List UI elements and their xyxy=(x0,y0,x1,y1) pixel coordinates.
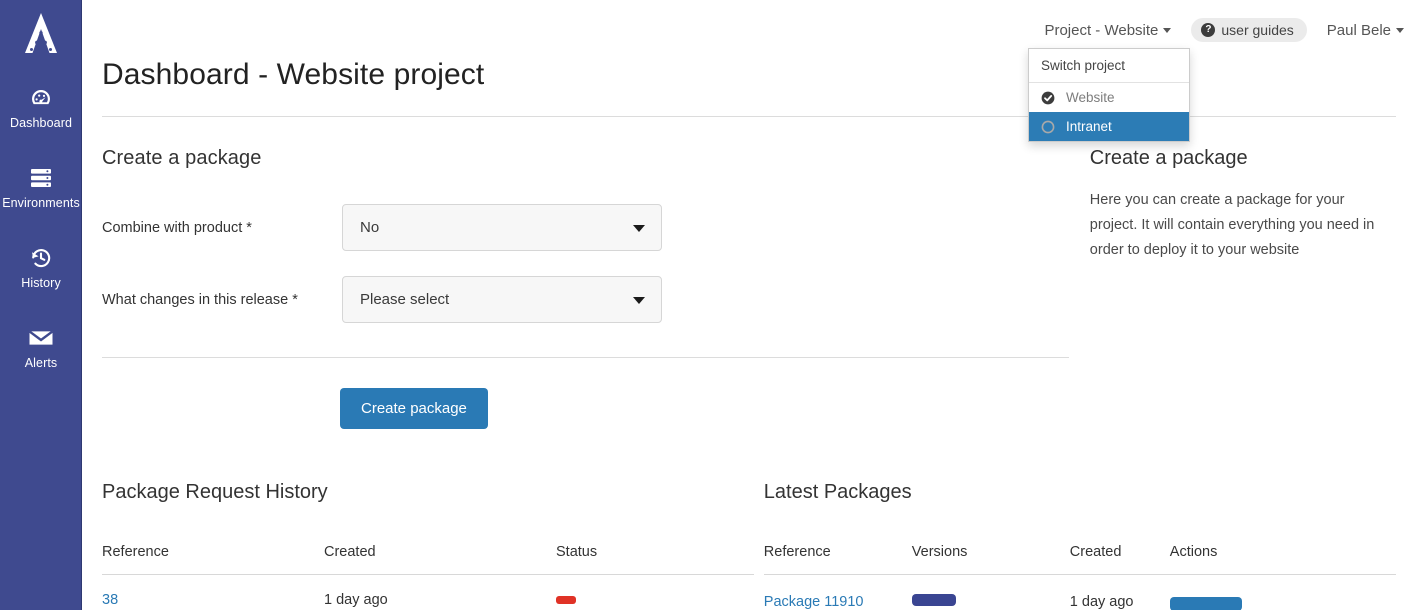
sidebar-item-history[interactable]: History xyxy=(0,236,82,298)
dropdown-header: Switch project xyxy=(1029,49,1189,83)
envelope-icon xyxy=(0,325,82,351)
table-row: 38 1 day ago xyxy=(102,575,754,609)
tables-row: Package Request History Reference Create… xyxy=(102,429,1396,610)
cell-reference: 38 xyxy=(102,575,324,608)
user-guides-button[interactable]: ? user guides xyxy=(1191,18,1307,42)
project-switcher-label: Project - Website xyxy=(1044,21,1159,39)
required-marker: * xyxy=(292,291,298,308)
chevron-down-icon xyxy=(1163,28,1172,34)
cell-created: 1 day ago xyxy=(324,592,388,608)
sidebar-item-label: Environments xyxy=(2,196,80,210)
latest-packages-table: Reference Versions Created Actions Packa… xyxy=(763,544,1396,610)
sidebar-item-alerts[interactable]: Alerts xyxy=(0,316,82,378)
table-header-row: Reference Created Status xyxy=(102,544,754,575)
cell-actions xyxy=(1169,575,1396,610)
package-request-history-table: Reference Created Status 38 1 day ago xyxy=(102,544,754,608)
table-header-row: Reference Versions Created Actions xyxy=(763,544,1396,575)
form-divider xyxy=(102,357,1069,358)
sidebar-item-label: Alerts xyxy=(24,356,58,370)
cell-reference: Package 11910 xyxy=(764,575,912,610)
create-package-title: Create a package xyxy=(102,147,262,169)
column-header-created: Created xyxy=(324,544,556,575)
radio-circle-icon xyxy=(1041,120,1055,134)
field-label-text: What changes in this release xyxy=(102,291,289,308)
versions-badge[interactable] xyxy=(911,593,956,606)
field-label-text: Combine with product xyxy=(102,219,243,236)
field-what-changes: What changes in this release * Please se… xyxy=(102,276,1074,323)
dropdown-item-label: Website xyxy=(1066,90,1115,105)
field-combine-with-product: Combine with product * No xyxy=(102,204,1074,251)
field-label: What changes in this release * xyxy=(102,292,342,308)
cell-created: 1 day ago xyxy=(1069,593,1134,610)
check-circle-icon xyxy=(1041,91,1055,105)
dropdown-item-website[interactable]: Website xyxy=(1029,83,1189,112)
dropdown-item-label: Intranet xyxy=(1066,119,1112,134)
help-body: Here you can create a package for your p… xyxy=(1089,192,1375,258)
column-header-versions: Versions xyxy=(911,544,1070,575)
reference-link[interactable]: 38 xyxy=(102,592,118,608)
sidebar-item-label: History xyxy=(21,276,61,290)
chevron-down-icon xyxy=(633,296,645,304)
package-request-history-title: Package Request History xyxy=(102,481,328,503)
cell-status xyxy=(556,575,754,609)
gauge-icon xyxy=(0,85,82,111)
chevron-down-icon xyxy=(1396,28,1404,34)
sidebar-item-dashboard[interactable]: Dashboard xyxy=(0,76,82,138)
create-package-help: Create a package Here you can create a p… xyxy=(1074,117,1396,429)
apex-logo[interactable] xyxy=(0,0,82,66)
column-header-status: Status xyxy=(556,544,754,575)
column-header-reference: Reference xyxy=(102,544,324,575)
top-bar: Project - Website ? user guides Paul Bel… xyxy=(82,0,1418,58)
dashboard-page: Dashboard Environments History Alerts Pr… xyxy=(0,0,1418,610)
latest-packages: Latest Packages Reference Versions Creat… xyxy=(754,481,1396,610)
column-header-reference: Reference xyxy=(763,544,912,575)
sidebar-item-environments[interactable]: Environments xyxy=(0,156,82,218)
dashboard-columns: Create a package Combine with product * … xyxy=(102,117,1396,429)
question-circle-icon: ? xyxy=(1201,23,1216,37)
select-value: Please select xyxy=(360,291,450,308)
table-row: Package 11910 1 day ago xyxy=(764,575,1396,610)
combine-with-product-select[interactable]: No xyxy=(342,204,662,251)
user-menu[interactable]: Paul Bele xyxy=(1327,22,1404,39)
required-marker: * xyxy=(246,219,252,236)
latest-packages-title: Latest Packages xyxy=(763,481,912,503)
cell-versions xyxy=(911,575,1070,610)
history-clock-icon xyxy=(0,245,82,271)
server-stack-icon xyxy=(0,165,82,191)
sidebar-item-label: Dashboard xyxy=(9,116,73,130)
dropdown-item-intranet[interactable]: Intranet xyxy=(1029,112,1189,141)
top-bar-actions: Project - Website ? user guides Paul Bel… xyxy=(1044,18,1404,42)
select-value: No xyxy=(360,219,380,236)
sidebar: Dashboard Environments History Alerts xyxy=(0,0,82,610)
project-switcher-dropdown: Switch project Website Intranet xyxy=(1028,48,1190,142)
column-header-created: Created xyxy=(1069,544,1170,575)
package-action-button[interactable] xyxy=(1169,597,1242,610)
package-request-history: Package Request History Reference Create… xyxy=(102,481,754,610)
main-content: Dashboard - Website project Create a pac… xyxy=(82,58,1418,610)
field-label: Combine with product * xyxy=(102,220,342,236)
user-menu-label: Paul Bele xyxy=(1326,21,1391,39)
project-switcher[interactable]: Project - Website xyxy=(1044,21,1172,39)
create-package-button[interactable]: Create package xyxy=(340,388,488,429)
package-link[interactable]: Package 11910 xyxy=(764,594,864,610)
help-title: Create a package xyxy=(1089,147,1248,169)
status-badge xyxy=(556,596,576,604)
create-package-section: Create a package Combine with product * … xyxy=(102,117,1074,429)
what-changes-select[interactable]: Please select xyxy=(342,276,662,323)
chevron-down-icon xyxy=(633,224,645,232)
page-title: Dashboard - Website project xyxy=(102,58,485,91)
user-guides-label: user guides xyxy=(1221,22,1294,38)
column-header-actions: Actions xyxy=(1169,544,1396,575)
